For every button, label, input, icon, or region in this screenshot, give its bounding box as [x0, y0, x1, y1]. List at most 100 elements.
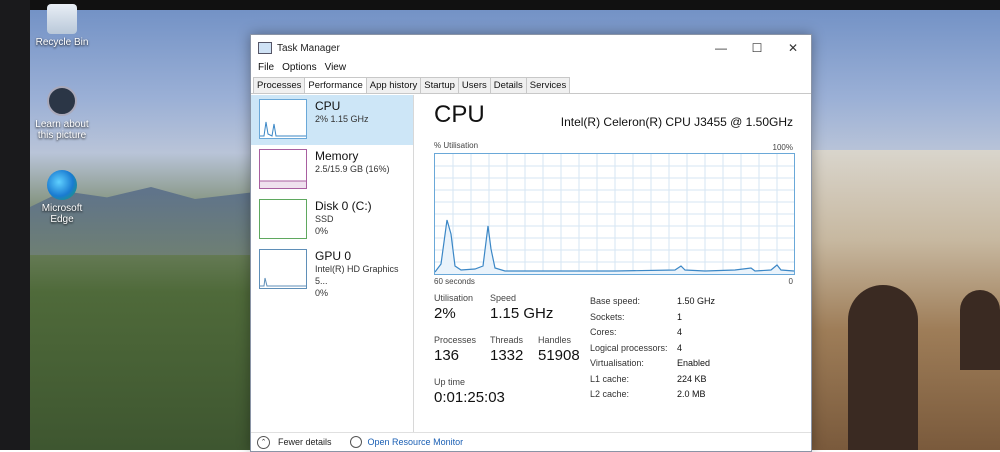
sidebar-item-cpu[interactable]: CPU 2% 1.15 GHz: [251, 95, 413, 145]
sidebar-item-type: SSD: [315, 214, 334, 224]
desktop-icon-label: Microsoft Edge: [41, 203, 83, 225]
detail-key: Sockets:: [590, 311, 625, 322]
graph-y-max-label: 100%: [772, 143, 793, 152]
stat-label: Up time: [434, 377, 466, 387]
recycle-bin-icon: [47, 4, 77, 34]
tab-startup[interactable]: Startup: [420, 77, 459, 93]
page-title: CPU: [434, 101, 485, 128]
stat-label: Threads: [490, 335, 524, 345]
stat-value: 2%: [434, 305, 456, 322]
stat-processes: Processes 136: [434, 335, 476, 364]
tab-users[interactable]: Users: [457, 77, 491, 93]
detail-row: Virtualisation: Enabled: [590, 358, 715, 374]
detail-row: Base speed: 1.50 GHz: [590, 296, 715, 312]
monitor-bezel-left: [0, 0, 30, 450]
graph-grid: [435, 154, 794, 274]
desktop-icon-learn-about-picture[interactable]: Learn about this picture: [32, 86, 92, 141]
detail-row: L1 cache: 224 KB: [590, 374, 715, 390]
stat-threads: Threads 1332: [490, 335, 523, 364]
window-title: Task Manager: [277, 42, 340, 54]
stat-label: Handles: [538, 335, 572, 345]
sidebar-item-value: 0%: [315, 226, 329, 236]
tab-performance[interactable]: Performance: [304, 77, 367, 93]
detail-key: Base speed:: [590, 296, 641, 306]
stat-label: Processes: [434, 335, 477, 345]
tab-details[interactable]: Details: [489, 77, 527, 93]
detail-key: Virtualisation:: [590, 358, 644, 368]
close-button[interactable]: ✕: [775, 35, 811, 61]
sidebar-item-gpu[interactable]: GPU 0 Intel(R) HD Graphics 5... 0%: [251, 245, 413, 298]
sidebar-item-value: 2% 1.15 GHz: [315, 114, 369, 124]
detail-key: Cores:: [590, 327, 617, 337]
camera-icon: [47, 86, 77, 116]
detail-value: 2.0 MB: [677, 389, 706, 399]
tab-strip: Processes Performance App history Startu…: [251, 77, 811, 94]
sidebar-item-memory[interactable]: Memory 2.5/15.9 GB (16%): [251, 145, 413, 195]
chevron-up-icon[interactable]: ⌃: [257, 435, 270, 449]
graph-x-left-label: 60 seconds: [434, 277, 475, 286]
maximize-button[interactable]: ☐: [739, 35, 775, 61]
graph-x-right-label: 0: [788, 277, 793, 286]
disk-thumbnail-graph: [259, 199, 307, 239]
menu-view[interactable]: View: [321, 61, 351, 77]
sidebar-item-value: 0%: [315, 288, 329, 298]
cpu-details-table: Base speed: 1.50 GHz Sockets: 1 Cores: 4 Lo…: [590, 296, 715, 405]
stat-value: 1332: [490, 347, 524, 364]
tab-app-history[interactable]: App history: [365, 77, 422, 93]
desktop-icon-label: Recycle Bin: [35, 37, 89, 48]
wallpaper-bridge-arch: [848, 285, 918, 450]
stat-value: 51908: [538, 347, 580, 364]
menu-options[interactable]: Options: [278, 61, 320, 77]
detail-value: 224 KB: [677, 373, 707, 384]
stat-label: Speed: [490, 293, 517, 303]
tab-services[interactable]: Services: [525, 77, 571, 93]
sidebar-item-label: Memory: [315, 149, 359, 163]
detail-value: Enabled: [677, 358, 711, 368]
detail-value: 1.50 GHz: [677, 296, 716, 306]
stat-speed: Speed 1.15 GHz: [490, 293, 553, 322]
menu-bar: File Options View: [251, 61, 811, 77]
title-bar[interactable]: Task Manager — ☐ ✕: [251, 35, 811, 61]
cpu-utilisation-graph: [434, 153, 795, 275]
detail-row: Cores: 4: [590, 327, 715, 343]
sidebar-item-disk[interactable]: Disk 0 (C:) SSD 0%: [251, 195, 413, 245]
cpu-thumbnail-graph: [259, 99, 307, 139]
gpu-thumbnail-graph: [259, 249, 307, 289]
stat-label: Utilisation: [434, 293, 474, 303]
fewer-details-link[interactable]: Fewer details: [278, 437, 332, 447]
resource-sidebar: CPU 2% 1.15 GHz Memory 2.5/15.9 GB (16%)…: [251, 95, 414, 451]
sidebar-item-label: Disk 0 (C:): [315, 199, 372, 213]
detail-key: L1 cache:: [590, 373, 630, 384]
performance-panel: CPU 2% 1.15 GHz Memory 2.5/15.9 GB (16%)…: [251, 95, 811, 451]
tab-processes[interactable]: Processes: [253, 77, 306, 93]
detail-row: Logical processors: 4: [590, 343, 715, 359]
graph-y-label: % Utilisation: [434, 141, 479, 150]
footer-bar: ⌃ Fewer details Open Resource Monitor: [251, 432, 811, 451]
memory-thumbnail-graph: [259, 149, 307, 189]
sidebar-item-label: CPU: [315, 99, 341, 113]
detail-key: Logical processors:: [590, 342, 668, 353]
cpu-detail-pane: CPU Intel(R) Celeron(R) CPU J3455 @ 1.50…: [414, 95, 811, 451]
detail-row: Sockets: 1: [590, 312, 715, 328]
sidebar-item-type: Intel(R) HD Graphics 5...: [315, 264, 399, 286]
resource-monitor-icon: [349, 436, 362, 448]
stat-utilisation: Utilisation 2%: [434, 293, 473, 322]
desktop-icon-edge[interactable]: Microsoft Edge: [32, 170, 92, 225]
stat-handles: Handles 51908: [538, 335, 580, 364]
stat-value: 0:01:25:03: [434, 389, 505, 406]
desktop-icon-recycle-bin[interactable]: Recycle Bin: [32, 4, 92, 48]
minimize-button[interactable]: —: [703, 35, 739, 61]
detail-key: L2 cache:: [590, 389, 630, 399]
detail-row: L2 cache: 2.0 MB: [590, 389, 715, 405]
stat-uptime: Up time 0:01:25:03: [434, 377, 505, 406]
sidebar-item-label: GPU 0: [315, 249, 352, 263]
sidebar-item-value: 2.5/15.9 GB (16%): [315, 164, 390, 174]
menu-file[interactable]: File: [254, 61, 278, 77]
open-resource-monitor-link[interactable]: Open Resource Monitor: [368, 437, 464, 447]
task-manager-window: Task Manager — ☐ ✕ File Options View Pro…: [250, 34, 812, 452]
detail-value: 1: [677, 311, 683, 322]
desktop-icon-label: Learn about this picture: [35, 119, 89, 141]
edge-browser-icon: [47, 170, 77, 200]
wallpaper-bridge-arch: [960, 290, 1000, 370]
stat-value: 1.15 GHz: [490, 305, 554, 322]
